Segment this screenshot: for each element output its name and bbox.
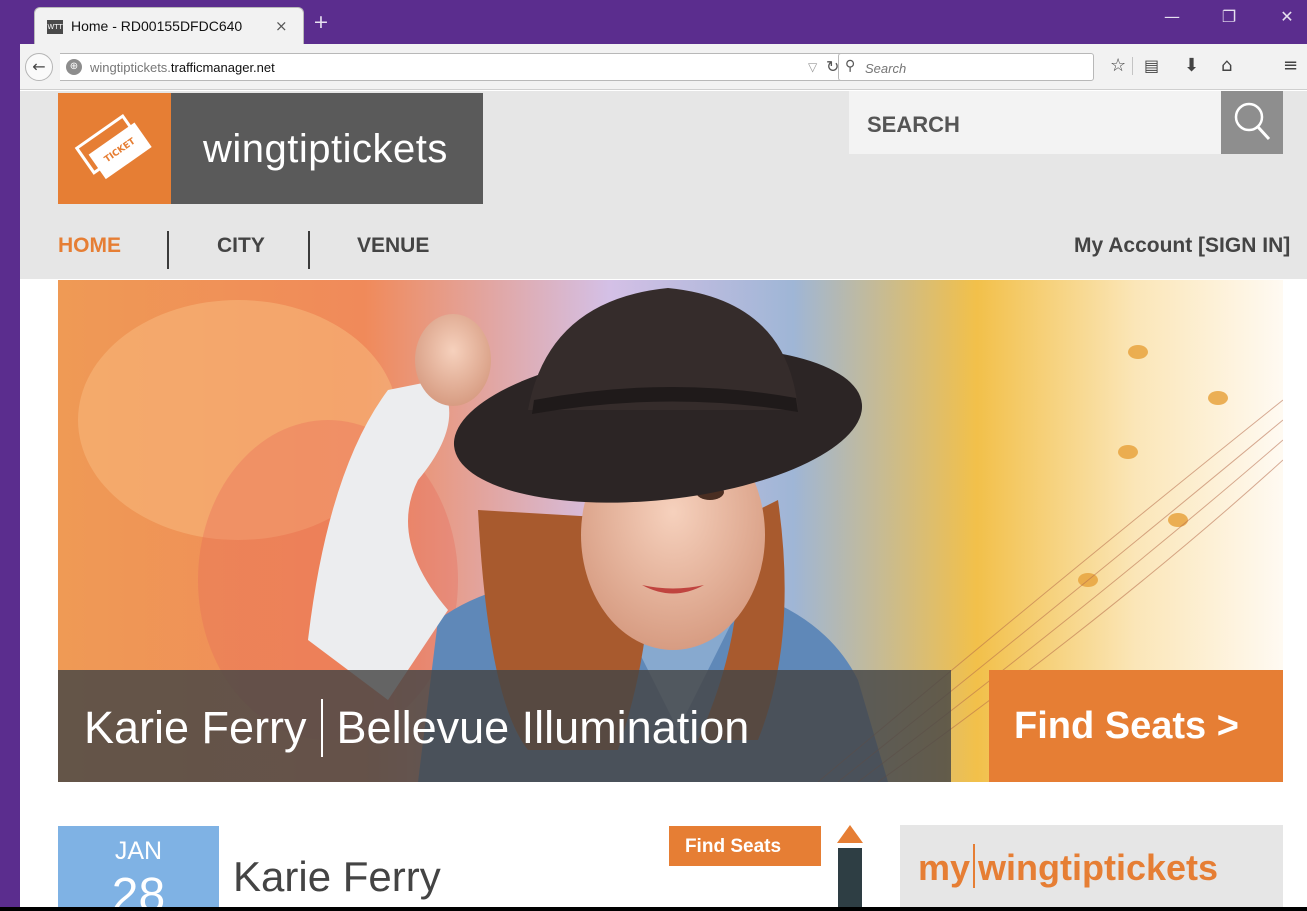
url-text[interactable]: wingtiptickets.trafficmanager.net (90, 60, 275, 75)
hero-banner: Karie Ferry Bellevue Illumination Find Se… (58, 280, 1283, 782)
close-tab-icon[interactable]: × (275, 17, 288, 35)
url-bar[interactable]: ⊕ wingtiptickets.trafficmanager.net ▽ ↻ (60, 53, 850, 81)
site-search-label: SEARCH (867, 112, 960, 137)
toolbar-divider (1132, 57, 1133, 75)
reading-list-icon[interactable]: ▤ (1144, 56, 1159, 76)
promo-divider (973, 844, 976, 888)
promo-title[interactable]: my wingtiptickets (918, 844, 1218, 889)
close-window-button[interactable]: ✕ (1272, 4, 1302, 30)
menu-icon[interactable]: ≡ (1283, 56, 1298, 76)
url-domain: trafficmanager.net (170, 60, 275, 75)
history-dropdown-icon[interactable]: ▽ (808, 60, 817, 74)
tab-title: Home - RD00155DFDC640 (71, 18, 243, 34)
page-viewport: TICKET wingtiptickets SEARCH HOME CITY V… (20, 91, 1307, 907)
event-day: 28 (111, 869, 166, 907)
search-icon: ⚲ (845, 58, 856, 74)
event-find-seats-label: Find Seats (684, 836, 782, 857)
hero-find-seats-button[interactable]: Find Seats > (989, 670, 1283, 782)
hero-artist: Karie Ferry (84, 702, 307, 753)
site-search-button[interactable] (1221, 91, 1283, 154)
event-name[interactable]: Karie Ferry (233, 853, 441, 901)
promo-prefix: my (918, 847, 971, 888)
browser-search-input[interactable] (865, 58, 1085, 78)
hero-venue: Bellevue Illumination (336, 702, 750, 753)
home-icon[interactable]: ⌂ (1221, 56, 1232, 76)
nav-venue[interactable]: VENUE (357, 234, 429, 258)
nav-divider (308, 231, 310, 269)
nav-home[interactable]: HOME (58, 234, 121, 258)
magnifier-icon (1234, 102, 1271, 141)
favicon-icon: WTT (47, 20, 63, 34)
restore-button[interactable]: ❐ (1214, 4, 1244, 30)
event-list-scrollbar[interactable] (838, 848, 862, 907)
back-button[interactable]: ← (25, 53, 53, 81)
hero-title-divider (320, 699, 323, 757)
url-prefix: wingtiptickets. (90, 60, 171, 75)
site-logo[interactable]: wingtiptickets (171, 93, 483, 204)
event-find-seats-button[interactable]: Find Seats (669, 826, 821, 866)
minimize-button[interactable]: — (1157, 4, 1187, 30)
site-search-field[interactable]: SEARCH (849, 91, 1221, 154)
new-tab-button[interactable]: + (313, 12, 329, 32)
browser-search-box[interactable]: ⚲ (838, 53, 1094, 81)
event-month: JAN (114, 837, 163, 865)
bookmark-star-icon[interactable]: ☆ (1110, 56, 1126, 76)
logo-text: wingtiptickets (203, 127, 448, 171)
event-date-badge: JAN 28 (58, 826, 219, 907)
nav-divider (167, 231, 169, 269)
ticket-logo-icon[interactable]: TICKET (58, 93, 171, 204)
hero-caption-bar: Karie Ferry Bellevue Illumination (58, 670, 951, 782)
hero-find-seats-label: Find Seats > (1014, 705, 1239, 747)
tab-strip: WTT Home - RD00155DFDC640 × + — ❐ ✕ (20, 0, 1307, 44)
browser-window: WTT Home - RD00155DFDC640 × + — ❐ ✕ ⊕ wi… (20, 0, 1307, 911)
my-account-link[interactable]: My Account [SIGN IN] (1074, 234, 1290, 258)
promo-suffix: wingtiptickets (978, 847, 1219, 888)
nav-city[interactable]: CITY (217, 234, 265, 258)
download-icon[interactable]: ⬇ (1184, 56, 1199, 76)
scroll-up-arrow-icon[interactable] (837, 825, 863, 843)
hero-title: Karie Ferry Bellevue Illumination (84, 699, 749, 757)
tab-home[interactable]: WTT Home - RD00155DFDC640 × (34, 7, 304, 44)
site-header: TICKET wingtiptickets SEARCH HOME CITY V… (20, 91, 1307, 279)
screen-bottom-edge (0, 907, 1307, 911)
navigation-toolbar: ⊕ wingtiptickets.trafficmanager.net ▽ ↻ … (20, 44, 1307, 90)
my-wingtiptickets-panel: my wingtiptickets (900, 825, 1283, 907)
globe-icon: ⊕ (66, 59, 82, 75)
